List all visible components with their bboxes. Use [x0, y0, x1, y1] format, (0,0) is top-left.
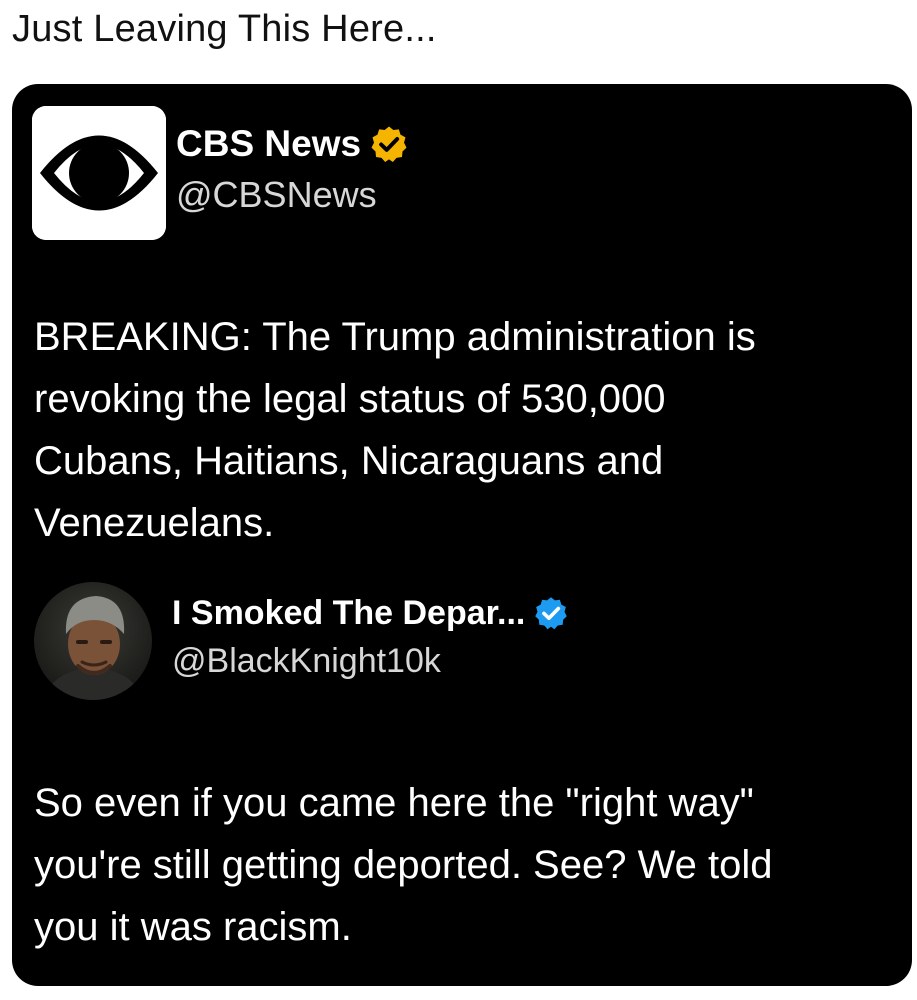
cbs-eye-logo-icon[interactable] [32, 106, 166, 240]
author-handle[interactable]: @BlackKnight10k [172, 642, 441, 681]
gold-verified-badge-icon [369, 124, 409, 164]
author-name[interactable]: CBS News [176, 122, 409, 166]
author-handle[interactable]: @CBSNews [176, 174, 377, 216]
tweet-text: BREAKING: The Trump administration is re… [34, 306, 756, 554]
author-name[interactable]: I Smoked The Depar... [172, 592, 569, 634]
author-name-text[interactable]: CBS News [176, 123, 361, 165]
blue-verified-badge-icon [533, 595, 569, 631]
tweet-text-line: you're still getting deported. See? We t… [34, 843, 773, 887]
tweet-text-line: you it was racism. [34, 905, 352, 949]
tweet-text: So even if you came here the "right way"… [34, 772, 772, 958]
tweet-text-line: BREAKING: The Trump administration is [34, 315, 756, 359]
post-caption: Just Leaving This Here... [12, 8, 437, 50]
author-name-text[interactable]: I Smoked The Depar... [172, 594, 525, 633]
tweet-text-line: So even if you came here the "right way" [34, 781, 754, 825]
tweet-screenshot-card: CBS News @CBSNews BREAKING: The Trump ad… [12, 84, 912, 986]
tweet-text-line: Venezuelans. [34, 501, 275, 545]
tweet-text-line: revoking the legal status of 530,000 [34, 377, 666, 421]
user-avatar-photo[interactable] [34, 582, 152, 700]
tweet-text-line: Cubans, Haitians, Nicaraguans and [34, 439, 664, 483]
